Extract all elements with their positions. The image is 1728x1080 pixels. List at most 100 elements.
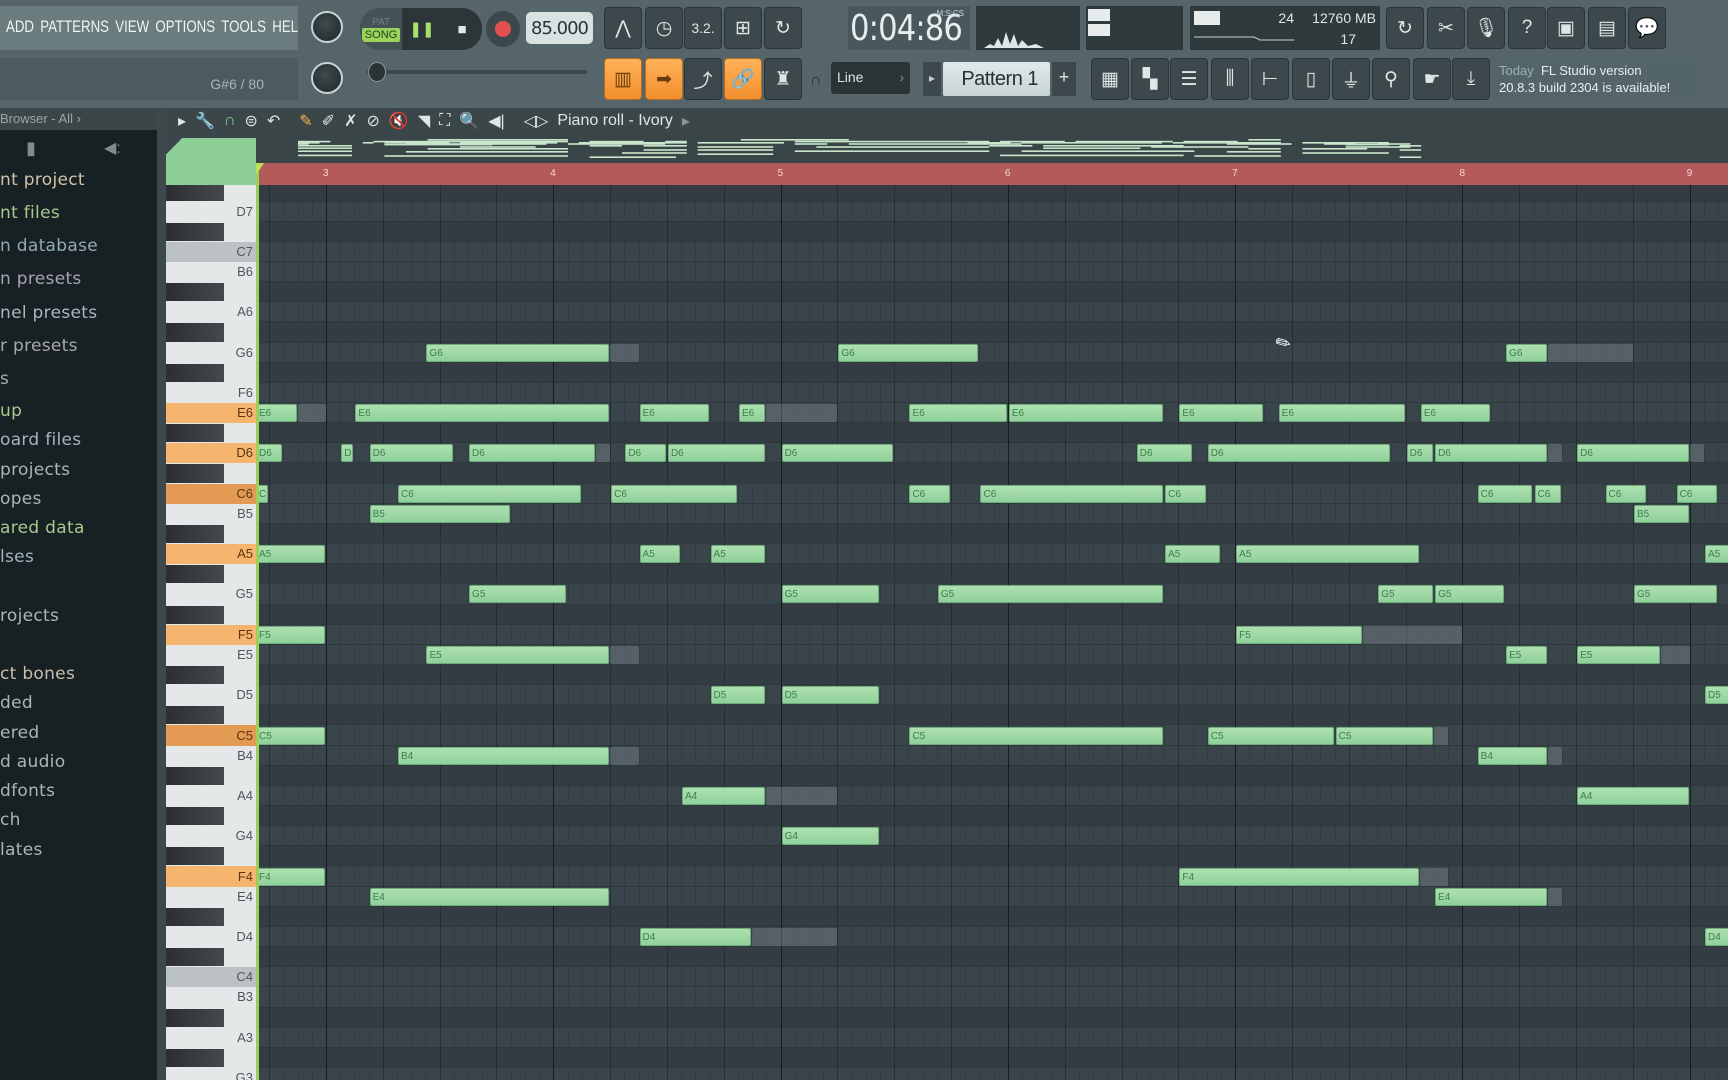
browser-item[interactable]: dfonts bbox=[0, 781, 55, 801]
browser-item[interactable]: lates bbox=[0, 840, 43, 860]
note[interactable]: G5 bbox=[1435, 585, 1505, 604]
plugin-database-button[interactable]: ⏚ bbox=[1332, 58, 1370, 100]
browser-title[interactable]: Browser - All › bbox=[0, 111, 81, 126]
note[interactable]: E6 bbox=[258, 404, 297, 423]
pat-song-toggle[interactable]: PAT SONG bbox=[360, 8, 402, 50]
note[interactable]: C6 bbox=[258, 484, 269, 503]
note[interactable]: A4 bbox=[682, 786, 766, 805]
note[interactable]: D5 bbox=[710, 686, 766, 705]
note[interactable]: D4 bbox=[639, 928, 752, 946]
channel-rack-button[interactable]: ➡ bbox=[645, 58, 683, 100]
select-icon[interactable]: ⛶ bbox=[439, 112, 450, 130]
note[interactable]: G6 bbox=[838, 343, 979, 362]
panel-divider[interactable] bbox=[157, 108, 166, 1080]
browser-item[interactable]: s bbox=[0, 369, 9, 389]
note[interactable]: F4 bbox=[258, 867, 325, 886]
black-key[interactable] bbox=[166, 1048, 224, 1067]
browser-item[interactable]: ded bbox=[0, 693, 33, 713]
note[interactable]: C6 bbox=[1534, 484, 1561, 503]
pattern-overview[interactable] bbox=[258, 134, 1728, 163]
mixer-button[interactable]: ⫼ bbox=[1211, 58, 1249, 100]
note[interactable]: D6 bbox=[1207, 444, 1391, 463]
note[interactable]: G5 bbox=[937, 585, 1164, 604]
menu-add[interactable]: ADD bbox=[6, 17, 34, 37]
black-key[interactable] bbox=[166, 706, 224, 725]
piano-roll-button[interactable]: ▚ bbox=[1131, 58, 1169, 100]
performance-button[interactable]: ⚲ bbox=[1372, 58, 1410, 100]
note[interactable]: E6 bbox=[909, 404, 1007, 423]
loop-record-button[interactable]: ↻ bbox=[764, 7, 802, 49]
snap-dropdown[interactable]: Line › bbox=[831, 62, 910, 94]
pause-button[interactable]: ❚❚ bbox=[402, 8, 442, 50]
note[interactable]: D4 bbox=[1704, 928, 1728, 946]
step-edit-button[interactable]: ⊞ bbox=[724, 7, 762, 49]
browser-item[interactable]: ered bbox=[0, 723, 40, 743]
note[interactable]: E6 bbox=[1420, 404, 1490, 423]
browser-item[interactable]: r presets bbox=[0, 336, 78, 356]
link-button[interactable]: 🔗 bbox=[724, 58, 762, 100]
time-display[interactable]: 0:04:86 M:S:CS bbox=[848, 6, 970, 50]
black-key[interactable] bbox=[166, 766, 224, 785]
note[interactable]: G5 bbox=[469, 585, 567, 604]
playhead[interactable] bbox=[256, 163, 259, 1080]
note[interactable]: C6 bbox=[980, 484, 1164, 503]
piano-roll-title[interactable]: Piano roll - Ivory bbox=[557, 112, 673, 130]
black-key[interactable] bbox=[166, 847, 224, 866]
mute-icon[interactable]: 🔇 bbox=[389, 111, 409, 131]
menu-patterns[interactable]: PATTERNS bbox=[40, 17, 109, 37]
note[interactable]: E5 bbox=[1506, 645, 1547, 664]
note[interactable]: C6 bbox=[611, 484, 737, 503]
note[interactable]: D6 bbox=[369, 444, 453, 463]
note[interactable]: C6 bbox=[1605, 484, 1647, 503]
black-key[interactable] bbox=[166, 283, 224, 302]
undo-button[interactable]: ↻ bbox=[1386, 7, 1424, 49]
browser-item[interactable]: oard files bbox=[0, 430, 81, 450]
black-key[interactable] bbox=[166, 565, 224, 584]
piano-keyboard[interactable]: D7 C7 B6 A6 G6 F6 E6 D6 C6 B5 A5 G5 F5 E5 D5 C5 B4 A4 G4 F4… bbox=[166, 185, 256, 1080]
note[interactable]: C6 bbox=[1477, 484, 1533, 503]
note[interactable]: C5 bbox=[258, 726, 325, 745]
pattern-selector[interactable]: Pattern 1 bbox=[943, 62, 1050, 96]
note[interactable]: D6 bbox=[1406, 444, 1434, 463]
note[interactable]: A5 bbox=[1165, 545, 1220, 564]
note[interactable]: G6 bbox=[1506, 343, 1547, 362]
menu-tools[interactable]: TOOLS bbox=[221, 17, 266, 37]
note[interactable]: E6 bbox=[1179, 404, 1263, 423]
browser-item[interactable]: d audio bbox=[0, 752, 65, 772]
note[interactable]: C5 bbox=[1335, 726, 1434, 745]
browser-item[interactable]: ared data bbox=[0, 518, 85, 538]
file-icon[interactable]: ▮ bbox=[26, 138, 36, 159]
note[interactable]: A5 bbox=[639, 545, 681, 564]
save-button[interactable]: ▣ bbox=[1547, 7, 1585, 49]
note[interactable]: B5 bbox=[369, 504, 510, 523]
main-pitch-slider[interactable] bbox=[367, 70, 587, 74]
piano-roll-view-button[interactable]: ▥ bbox=[604, 58, 642, 100]
browser-item[interactable]: ct bones bbox=[0, 664, 75, 684]
note[interactable]: C6 bbox=[909, 484, 951, 503]
zoom-icon[interactable]: 🔍 bbox=[459, 111, 479, 131]
note[interactable]: C6 bbox=[1165, 484, 1206, 503]
note[interactable]: F5 bbox=[1236, 625, 1363, 644]
export-button[interactable]: ▤ bbox=[1588, 7, 1626, 49]
stamp-button[interactable]: ♜ bbox=[764, 58, 802, 100]
note[interactable]: B4 bbox=[398, 746, 610, 765]
tempo-field[interactable]: 85.000 bbox=[526, 12, 593, 44]
menu-help[interactable]: HELP bbox=[272, 17, 298, 37]
note[interactable]: E4 bbox=[1435, 887, 1547, 906]
browser-item[interactable]: projects bbox=[0, 460, 70, 480]
note-grid[interactable]: G6G6G6E6E6E6E6E6E6E6E6E6D6D6D6D6D6D6D6D6… bbox=[258, 185, 1728, 1080]
slider-handle[interactable] bbox=[368, 62, 386, 82]
black-key[interactable] bbox=[166, 665, 224, 685]
note[interactable]: E6 bbox=[355, 404, 610, 423]
record-button[interactable] bbox=[486, 11, 520, 47]
magnet-snap-icon[interactable]: ∩ bbox=[224, 112, 236, 130]
project-info-button[interactable]: ▯ bbox=[1292, 58, 1330, 100]
cut-button[interactable]: ✂ bbox=[1427, 7, 1465, 49]
menu-view[interactable]: VIEW bbox=[115, 17, 149, 37]
note[interactable]: G5 bbox=[1633, 585, 1718, 604]
undo-icon[interactable]: ↶ bbox=[267, 111, 280, 131]
note[interactable]: D6 bbox=[781, 444, 894, 463]
browser-item[interactable]: opes bbox=[0, 489, 42, 509]
note[interactable]: D6 bbox=[625, 444, 666, 463]
wait-input-button[interactable]: ◷ bbox=[645, 7, 683, 49]
